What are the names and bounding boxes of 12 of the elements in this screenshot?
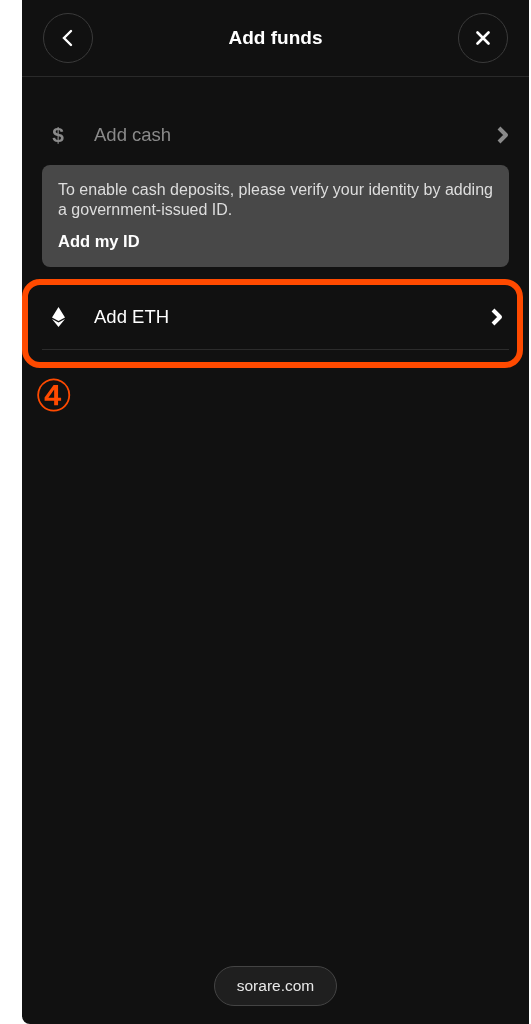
back-icon [62,29,74,47]
chevron-icon [497,126,509,144]
ethereum-icon [51,307,65,327]
close-icon [476,31,490,45]
close-button[interactable] [458,13,508,63]
domain-label: sorare.com [213,966,338,1006]
option-row[interactable]: Add ETH [28,285,517,349]
page-title: Add funds [228,27,323,49]
dollar-icon: $ [52,123,64,147]
notice-text: To enable cash deposits, please verify your identity by adding a government-issued ID. [58,180,493,220]
step-number: ④ [34,372,73,421]
chevron-icon [491,308,503,326]
